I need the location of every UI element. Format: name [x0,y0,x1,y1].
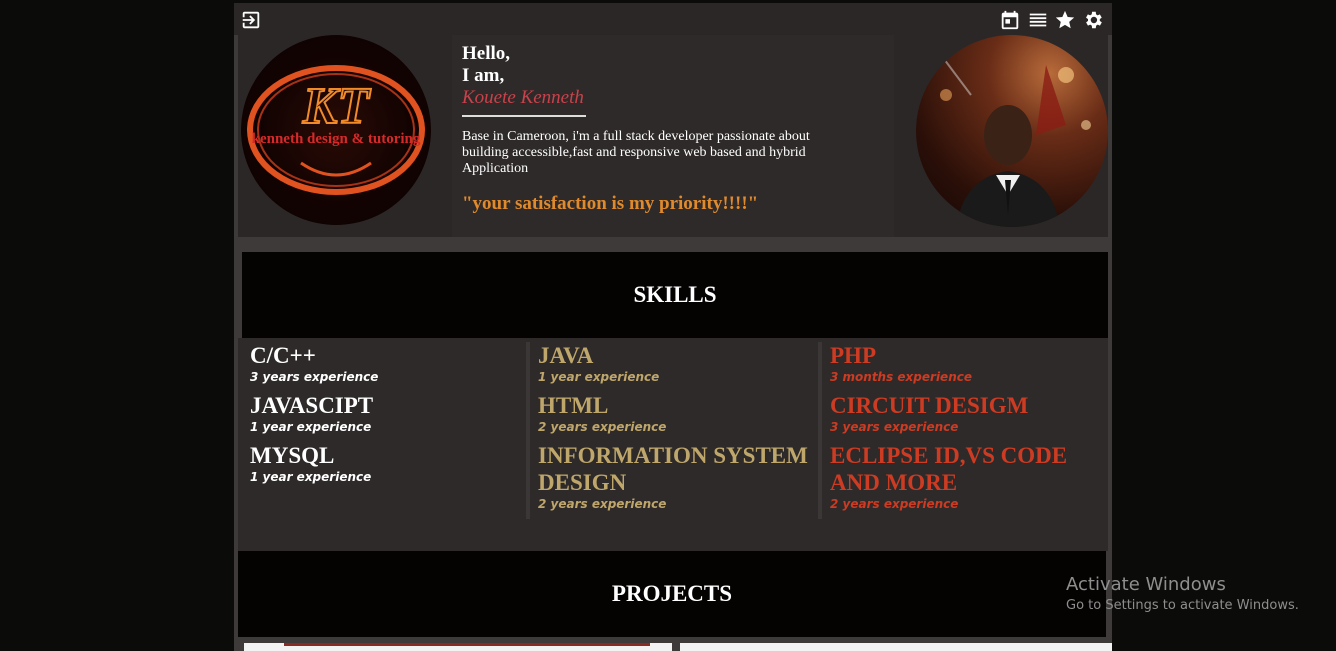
skill-item: C/C++ 3 years experience [238,342,524,385]
list-icon[interactable] [1027,9,1049,31]
skill-name: MYSQL [250,443,335,468]
intro-text: Hello, I am, Kouete Kenneth Base in Came… [462,43,882,215]
skill-experience: 2 years experience [538,420,667,434]
bio-text: Base in Cameroon, i'm a full stack devel… [462,129,810,176]
skill-experience: 3 months experience [830,370,972,384]
skills-grid: C/C++ 3 years experience JAVASCIPT 1 yea… [238,338,1108,551]
project-card[interactable] [680,643,1112,651]
skills-column-2: JAVA 1 year experience HTML 2 years expe… [526,342,816,519]
skill-experience: 2 years experience [830,497,959,511]
profile-photo [916,35,1108,227]
skill-item: HTML 2 years experience [530,392,816,435]
hero-section: KT kenneth design & tutoring Hello, I am… [238,35,1108,237]
skill-experience: 3 years experience [830,420,959,434]
brand-logo: KT kenneth design & tutoring [241,35,431,225]
skill-experience: 1 year experience [250,420,372,434]
skill-name: C/C++ [250,343,316,368]
logo-container: KT kenneth design & tutoring [238,35,452,237]
skills-column-1: C/C++ 3 years experience JAVASCIPT 1 yea… [238,342,524,492]
star-icon[interactable] [1054,9,1076,31]
skill-name: CIRCUIT DESIGM [830,393,1029,418]
skill-name: INFORMATION SYSTEM DESIGN [538,443,808,495]
skill-name: JAVASCIPT [250,393,374,418]
skill-experience: 1 year experience [250,470,372,484]
skill-item: MYSQL 1 year experience [238,442,524,485]
skill-item: INFORMATION SYSTEM DESIGN 2 years experi… [530,442,816,512]
projects-heading: PROJECTS [238,551,1106,637]
exit-icon[interactable] [240,9,262,31]
skill-experience: 1 year experience [538,370,660,384]
skill-name: PHP [830,343,876,368]
calendar-icon[interactable] [999,9,1021,31]
project-card-banner [284,643,650,646]
skill-experience: 3 years experience [250,370,379,384]
skill-item: ECLIPSE ID,VS CODE AND MORE 2 years expe… [822,442,1108,512]
skill-name: HTML [538,393,609,418]
greeting-line-2: I am, [462,65,505,86]
skills-heading: SKILLS [242,252,1108,338]
gear-icon[interactable] [1082,9,1104,31]
developer-name: Kouete Kenneth [462,87,586,117]
skill-item: PHP 3 months experience [822,342,1108,385]
skill-item: JAVA 1 year experience [530,342,816,385]
skill-experience: 2 years experience [538,497,667,511]
skills-column-3: PHP 3 months experience CIRCUIT DESIGM 3… [818,342,1108,519]
profile-photo-container [894,35,1108,237]
top-toolbar [234,3,1112,35]
skill-item: CIRCUIT DESIGM 3 years experience [822,392,1108,435]
skill-name: JAVA [538,343,594,368]
windows-activation-watermark: Activate Windows Go to Settings to activ… [1066,574,1299,615]
skill-item: JAVASCIPT 1 year experience [238,392,524,435]
tagline-quote: "your satisfaction is my priority!!!!" [462,193,759,214]
svg-text:kenneth design & tutoring: kenneth design & tutoring [252,131,421,147]
greeting-line-1: Hello, [462,43,511,64]
skill-name: ECLIPSE ID,VS CODE AND MORE [830,443,1068,495]
portfolio-page: KT kenneth design & tutoring Hello, I am… [234,3,1112,651]
svg-text:KT: KT [302,78,372,135]
watermark-title: Activate Windows [1066,574,1226,595]
watermark-subtitle: Go to Settings to activate Windows. [1066,598,1299,613]
